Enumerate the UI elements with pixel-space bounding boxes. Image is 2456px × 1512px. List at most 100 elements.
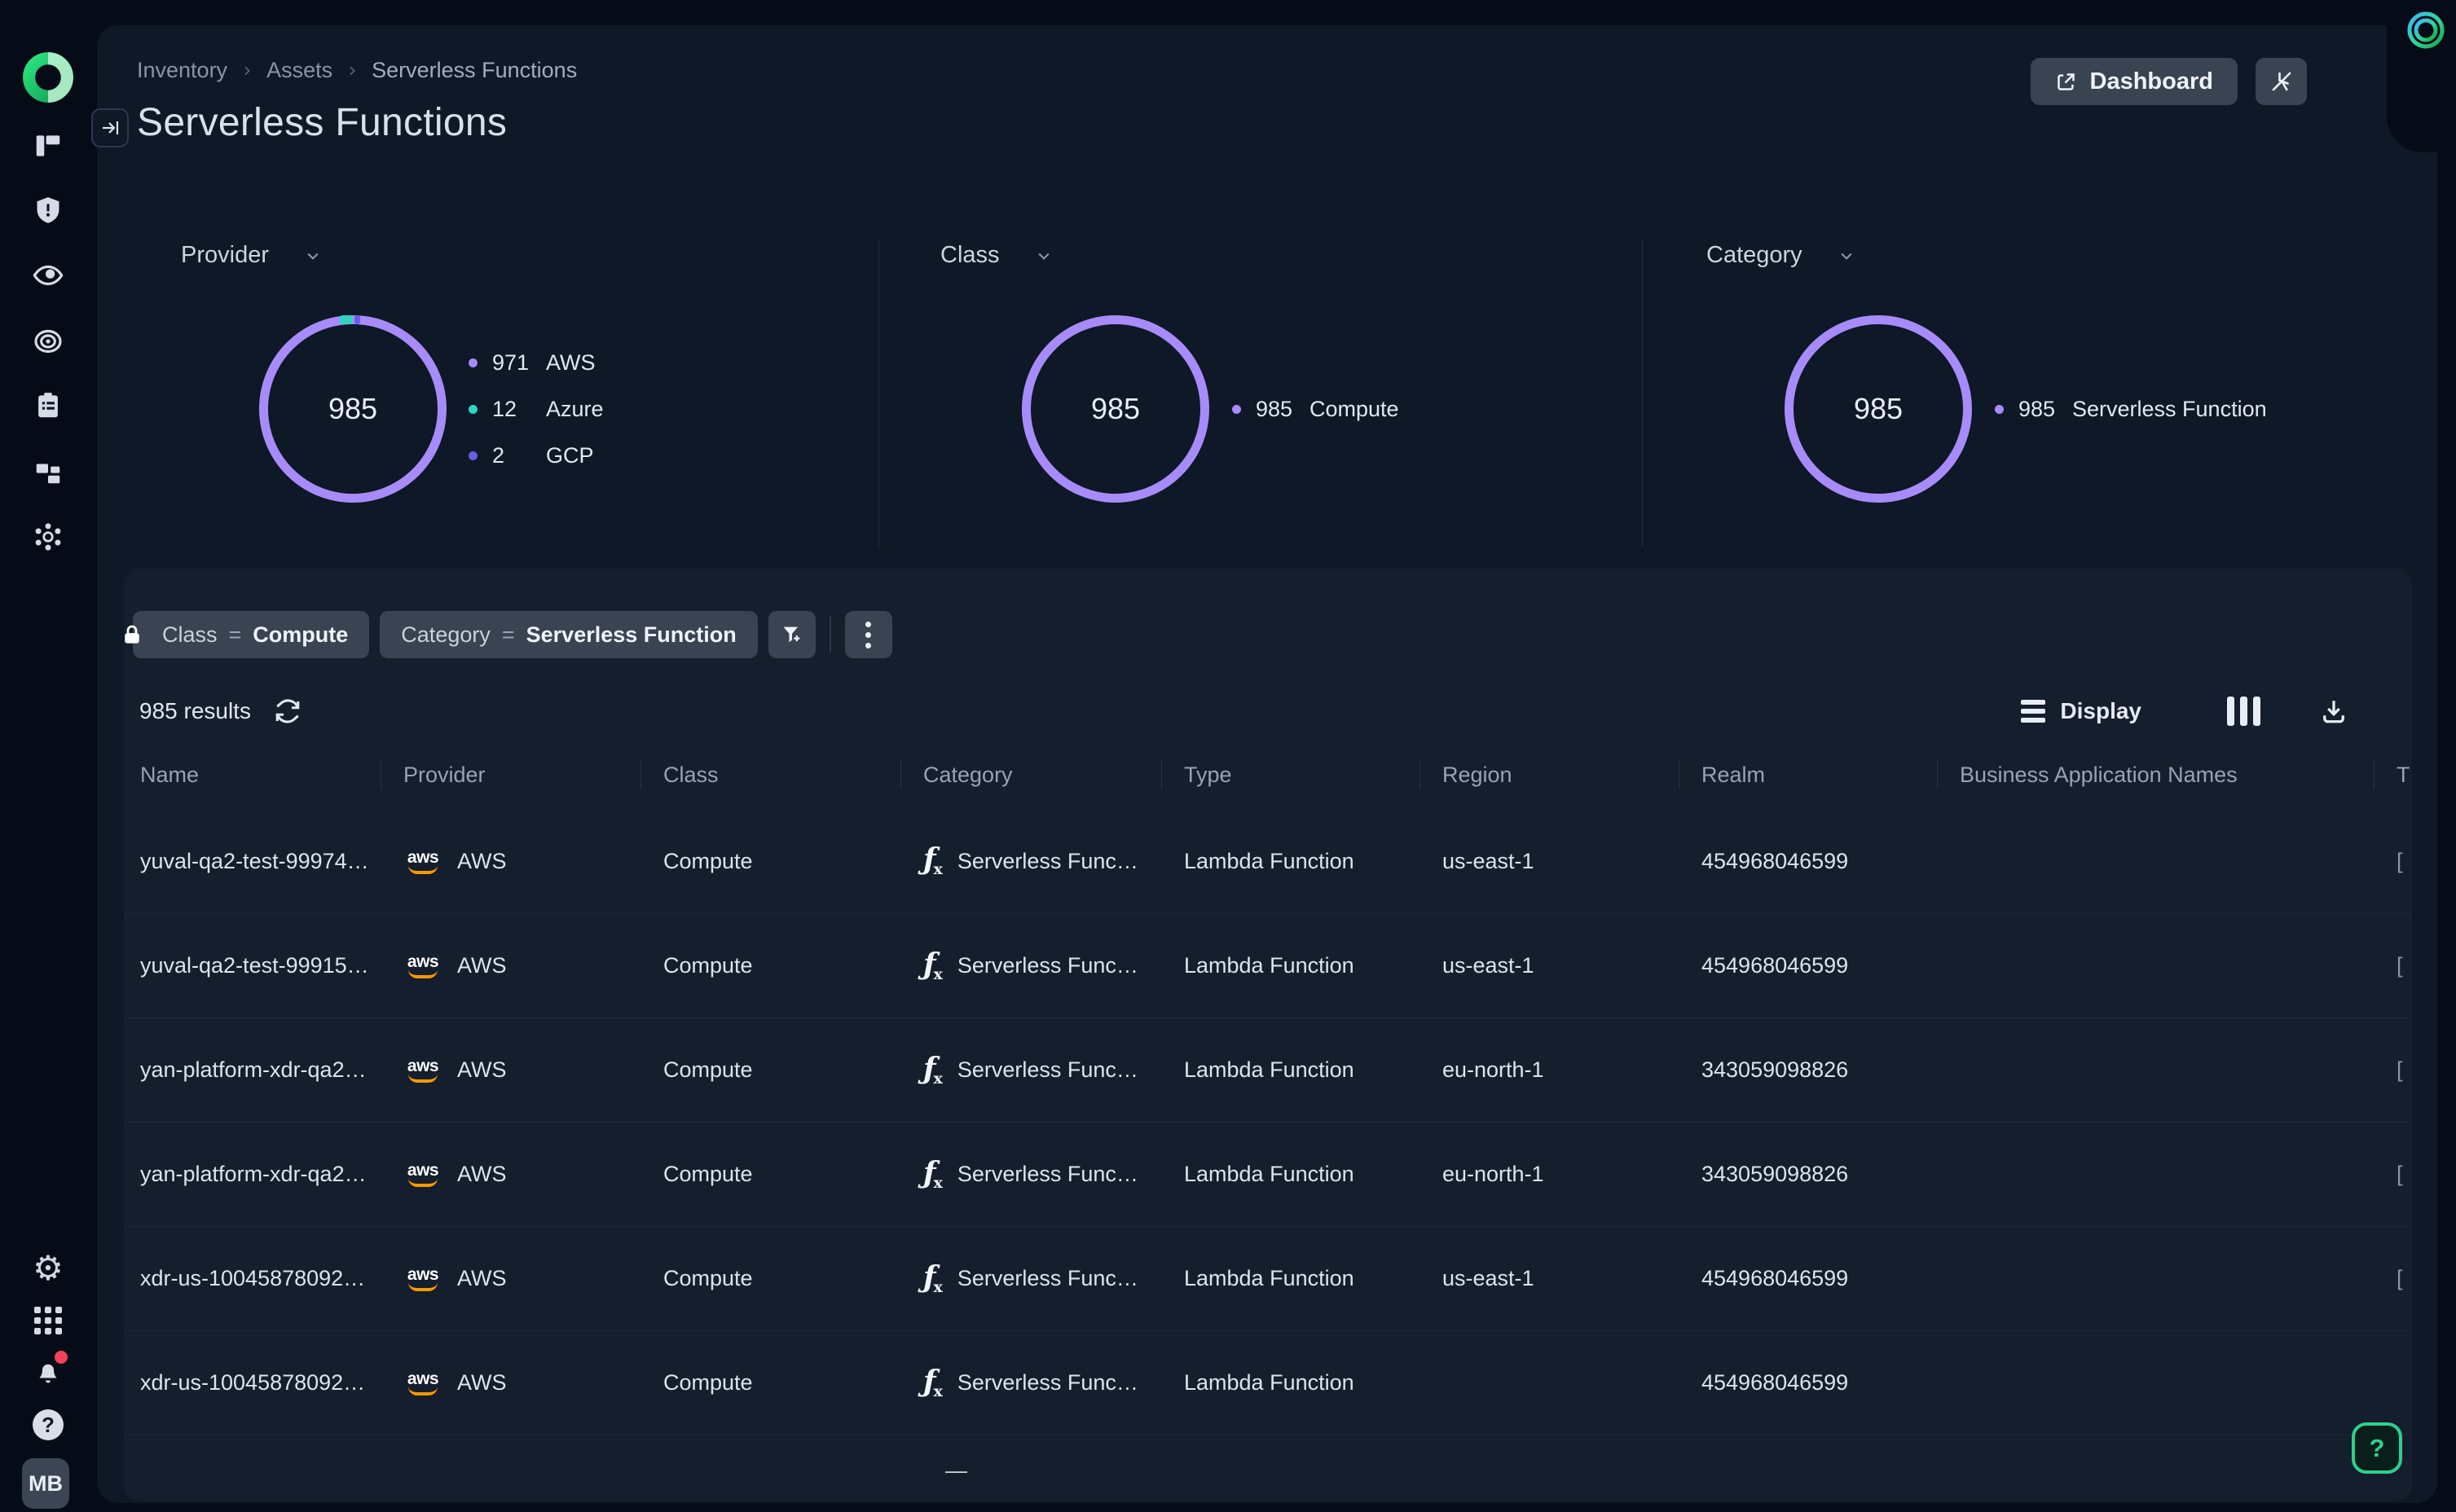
sidebar-item-alerts[interactable] [33,195,64,226]
column-header-realm[interactable]: Realm [1679,750,1937,799]
legend-item[interactable]: 2 GCP [469,433,604,479]
display-label: Display [2060,698,2141,724]
column-header-region[interactable]: Region [1419,750,1679,799]
function-icon: ƒx [923,1367,943,1400]
cell-type: Lambda Function [1161,1370,1419,1396]
aws-logo-icon: aws [403,1162,442,1187]
cell-name: xdr-us-10045878092… [124,1266,381,1291]
cell-realm: 343059098826 [1679,1162,1937,1187]
legend-item[interactable]: 12 Azure [469,386,604,433]
legend-label: AWS [546,350,596,376]
loading-spinner [2406,11,2445,50]
chip-value: Serverless Function [526,622,737,648]
sidebar-item-apps[interactable] [34,1307,62,1334]
cell-tags: [ [2374,1162,2412,1187]
display-button[interactable]: Display [2021,698,2141,724]
table-row[interactable]: yan-platform-xdr-qa2… aws AWS Compute ƒx… [124,1122,2412,1226]
table-row[interactable]: xdr-us-10045878092… aws AWS Compute ƒx S… [124,1330,2412,1435]
cell-category: ƒx Serverless Func… [900,1158,1161,1191]
cell-name: xdr-us-10045878092… [124,1370,381,1396]
apps-grid-icon [34,1307,62,1334]
attack-path-icon [31,520,65,554]
refresh-icon [274,697,301,725]
results-count: 985 results [139,698,251,724]
chip-value: Compute [253,622,348,648]
cell-name: yan-platform-xdr-qa2… [124,1057,381,1083]
breadcrumb-current: Serverless Functions [372,58,577,83]
table-row[interactable]: yuval-qa2-test-99915… aws AWS Compute ƒx… [124,913,2412,1018]
navigation-off-button[interactable] [2256,58,2307,105]
sidebar-collapse-button[interactable] [91,108,129,147]
breadcrumb-assets[interactable]: Assets [266,58,332,83]
legend-item[interactable]: 985 Compute [1232,386,1399,433]
sidebar-item-attack-paths[interactable] [31,520,65,554]
cell-class: Compute [640,1162,900,1187]
chip-operator: = [502,622,515,648]
column-header-class[interactable]: Class [640,750,900,799]
function-icon: ƒx [923,845,943,877]
sidebar-item-settings[interactable]: ⚙ [33,1251,64,1286]
chip-field: Category [401,622,491,648]
chart-provider-dropdown[interactable]: Provider [181,242,321,269]
add-filter-button[interactable] [768,611,816,658]
column-header-name[interactable]: Name [124,750,381,799]
dashboard-button[interactable]: Dashboard [2031,58,2238,105]
results-row: 985 results Display [124,688,2412,735]
filters-menu-button[interactable] [845,611,892,658]
breadcrumb-inventory[interactable]: Inventory [137,58,227,83]
help-icon: ? [33,1409,64,1440]
sidebar-item-radar[interactable] [32,325,64,358]
chart-category-dropdown[interactable]: Category [1706,242,1855,269]
cell-provider: aws AWS [381,1057,640,1083]
table-row[interactable]: yan-platform-xdr-qa2… aws AWS Compute ƒx… [124,1018,2412,1122]
help-button[interactable]: ? [2352,1422,2402,1474]
cell-name: yuval-qa2-test-99974… [124,849,381,874]
class-legend: 985 Compute [1232,386,1399,433]
legend-item[interactable]: 971 AWS [469,340,604,386]
dashboards-icon [33,130,64,161]
column-header-category[interactable]: Category [900,750,1161,799]
chevron-right-icon [346,64,359,77]
table-row[interactable]: xdr-us-10045878092… aws AWS Compute ƒx S… [124,1226,2412,1330]
sidebar-item-inventory[interactable] [33,390,64,421]
sidebar-item-business-units[interactable] [33,456,64,487]
cell-tags: [ [2374,1057,2412,1083]
filter-chip-class[interactable]: Class = Compute [133,611,369,658]
org-blocks-icon [33,456,64,487]
cell-name: yuval-qa2-test-99915… [124,953,381,978]
table-row[interactable]: yuval-qa2-test-99974… aws AWS Compute ƒx… [124,809,2412,913]
chevron-down-icon [305,248,321,264]
cell-provider: aws AWS [381,1370,640,1396]
cell-region: eu-north-1 [1419,1162,1679,1187]
page-title: Serverless Functions [137,100,507,145]
columns-button[interactable] [2227,697,2260,726]
cell-provider: aws AWS [381,1266,640,1291]
column-header-tags[interactable]: T [2374,750,2412,799]
refresh-button[interactable] [274,697,301,725]
sidebar-item-dashboards[interactable] [33,130,64,161]
chart-class-dropdown[interactable]: Class [940,242,1052,269]
filter-chip-category[interactable]: Category = Serverless Function [380,611,757,658]
sidebar-item-discovery[interactable] [31,258,65,292]
cell-region: us-east-1 [1419,849,1679,874]
user-avatar[interactable]: MB [22,1458,69,1509]
display-icon [2021,700,2045,723]
external-link-icon [2055,71,2077,93]
column-header-type[interactable]: Type [1161,750,1419,799]
legend-label: GCP [546,443,594,468]
cell-class: Compute [640,1057,900,1083]
provider-legend: 971 AWS 12 Azure 2 GCP [469,340,604,479]
cell-type: Lambda Function [1161,1057,1419,1083]
orca-logo[interactable] [21,51,75,104]
sidebar-item-notifications[interactable] [33,1357,63,1387]
filter-chips-row: Class = Compute Category = Serverless Fu… [124,611,892,658]
legend-item[interactable]: 985 Serverless Function [1995,386,2267,433]
cell-class: Compute [640,953,900,978]
sidebar-item-help[interactable]: ? [33,1409,64,1440]
chip-operator: = [229,622,242,648]
column-header-business-apps[interactable]: Business Application Names [1937,750,2374,799]
column-header-provider[interactable]: Provider [381,750,640,799]
download-button[interactable] [2319,697,2348,726]
breadcrumb: Inventory Assets Serverless Functions [137,58,577,83]
cell-class: Compute [640,1370,900,1396]
